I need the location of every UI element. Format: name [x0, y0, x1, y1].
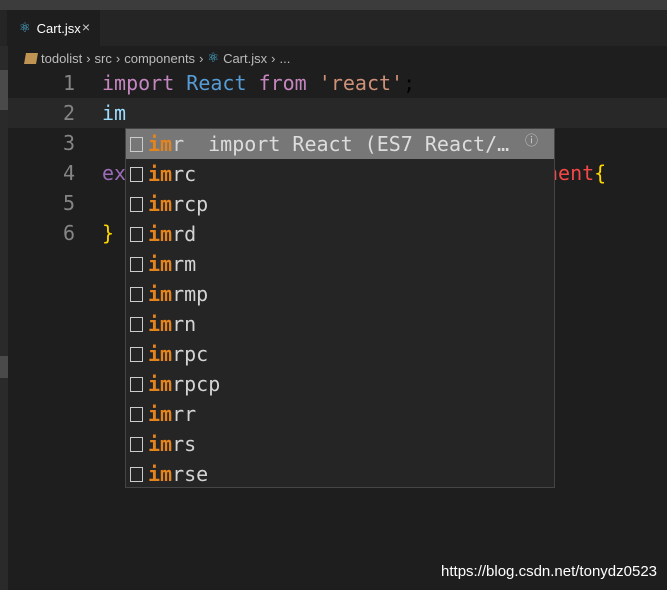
suggestion-match: im — [148, 342, 173, 366]
code-token: { — [594, 161, 607, 185]
suggestion-item[interactable]: imrr — [126, 399, 554, 429]
suggestion-item[interactable]: imr import React (ES7 React/… ⓘ — [126, 129, 554, 159]
code-text: } — [102, 218, 114, 248]
line-number: 1 — [62, 71, 75, 95]
suggestion-item[interactable]: imrmp — [126, 279, 554, 309]
code-token: from — [258, 71, 307, 95]
suggestion-rest: rmp — [172, 282, 209, 306]
code-token: ; — [403, 71, 416, 95]
info-icon[interactable]: ⓘ — [525, 127, 538, 157]
suggestion-detail: import React (ES7 React/… — [208, 132, 510, 156]
snippet-icon — [130, 287, 143, 302]
tab-bar: ⚛ Cart.jsx × — [0, 10, 667, 46]
suggestion-rest: rm — [172, 252, 197, 276]
breadcrumb-separator: › — [115, 50, 121, 66]
line-number: 5 — [62, 191, 75, 215]
snippet-icon — [130, 347, 143, 362]
suggestion-match: im — [148, 462, 173, 486]
folder-icon — [24, 52, 38, 64]
react-icon: ⚛ — [207, 50, 220, 65]
snippet-icon — [130, 467, 143, 482]
suggestion-match: im — [148, 402, 173, 426]
snippet-icon — [130, 437, 143, 452]
snippet-icon — [130, 317, 143, 332]
suggestion-item[interactable]: imrd — [126, 219, 554, 249]
code-token: React — [186, 71, 247, 95]
suggestion-match: im — [148, 252, 173, 276]
react-icon: ⚛ — [19, 20, 31, 35]
code-text: ex — [102, 158, 126, 188]
suggestion-item[interactable]: imrn — [126, 309, 554, 339]
suggest-widget: imr import React (ES7 React/… ⓘ imrc imrcp im… — [125, 128, 555, 488]
snippet-icon — [130, 167, 143, 182]
suggestion-match: im — [148, 432, 173, 456]
breadcrumb: todolist › src › components › ⚛ Cart.jsx ›... — [7, 46, 667, 70]
code-text: im — [102, 98, 126, 128]
breadcrumb-item[interactable]: components — [124, 51, 195, 66]
suggestion-item[interactable]: imrcp — [126, 189, 554, 219]
title-bar — [0, 0, 667, 10]
suggestion-match: im — [148, 162, 173, 186]
breadcrumb-separator: › — [199, 50, 204, 66]
tab-cart-jsx[interactable]: ⚛ Cart.jsx × — [7, 10, 100, 46]
suggestion-match: im — [148, 132, 173, 156]
breadcrumb-separator: › — [86, 50, 91, 66]
suggestion-item[interactable]: imrm — [126, 249, 554, 279]
snippet-icon — [130, 377, 143, 392]
code-token: 'react' — [318, 71, 404, 95]
suggestion-rest: rd — [172, 222, 197, 246]
suggestion-item[interactable]: imrc — [126, 159, 554, 189]
code-line[interactable]: 1 import React from 'react'; — [8, 68, 667, 98]
breadcrumb-item[interactable]: todolist — [41, 51, 82, 66]
snippet-icon — [130, 197, 143, 212]
suggestion-item[interactable]: imrs — [126, 429, 554, 459]
suggestion-item[interactable]: imrpc — [126, 339, 554, 369]
suggestion-match: im — [148, 282, 173, 306]
suggestion-rest: rn — [172, 312, 197, 336]
code-token: } — [102, 221, 115, 245]
breadcrumb-item[interactable]: src — [95, 51, 112, 66]
suggestion-rest: rpcp — [172, 372, 221, 396]
breadcrumb-item[interactable]: ... — [279, 51, 290, 66]
suggestion-rest: rc — [172, 162, 197, 186]
scrollbar[interactable] — [0, 46, 8, 590]
watermark: https://blog.csdn.net/tonydz0523 — [441, 563, 657, 580]
suggestion-rest: rcp — [172, 192, 209, 216]
tab-label: Cart.jsx — [36, 20, 81, 36]
close-icon[interactable]: × — [82, 19, 90, 35]
suggestion-rest: rr — [172, 402, 197, 426]
suggestion-rest: r — [172, 132, 185, 156]
code-text: import React from 'react'; — [102, 68, 415, 98]
suggestion-rest: rse — [172, 462, 209, 486]
code-token: im — [102, 101, 127, 125]
scrollbar-thumb[interactable] — [0, 70, 8, 110]
code-token: import — [102, 71, 175, 95]
line-number: 6 — [62, 221, 75, 245]
breadcrumb-separator: › — [271, 50, 276, 66]
line-number: 3 — [62, 131, 75, 155]
snippet-icon — [130, 257, 143, 272]
code-token: ex — [102, 161, 127, 185]
suggestion-rest: rs — [172, 432, 197, 456]
snippet-icon — [130, 407, 143, 422]
code-line[interactable]: 2 im — [8, 98, 667, 128]
suggestion-rest: rpc — [172, 342, 209, 366]
scrollbar-marker — [0, 356, 8, 378]
breadcrumb-item[interactable]: Cart.jsx — [223, 51, 267, 66]
suggestion-item[interactable]: imrpcp — [126, 369, 554, 399]
code-text-tail: nent{ — [546, 158, 606, 188]
suggestion-match: im — [148, 372, 173, 396]
suggestion-match: im — [148, 222, 173, 246]
suggestion-match: im — [148, 192, 173, 216]
snippet-icon — [130, 227, 143, 242]
snippet-icon — [130, 137, 143, 152]
line-number: 4 — [62, 161, 75, 185]
line-number: 2 — [62, 101, 75, 125]
suggestion-match: im — [148, 312, 173, 336]
suggestion-item[interactable]: imrse — [126, 459, 554, 489]
